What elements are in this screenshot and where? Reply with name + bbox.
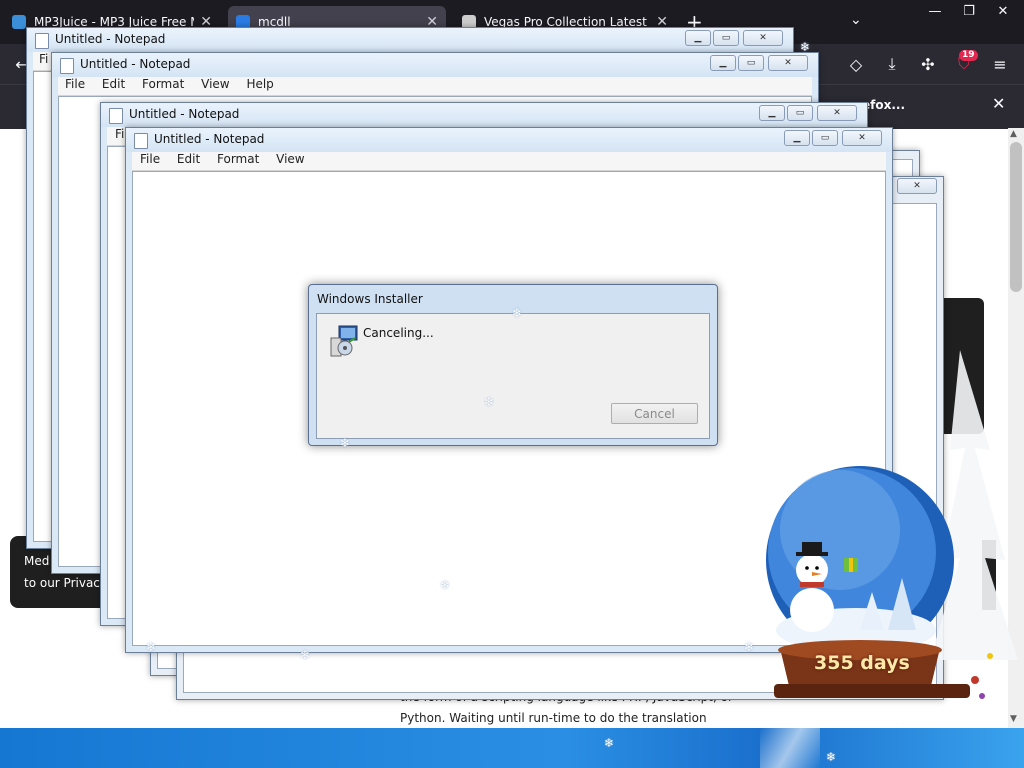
notepad-icon (134, 133, 148, 149)
notepad-icon (60, 58, 74, 74)
close-button[interactable]: ✕ (842, 130, 882, 146)
snowflake-icon: ❄ (146, 640, 157, 654)
hamburger-menu-icon[interactable]: ≡ (990, 54, 1010, 74)
menu-file[interactable]: File (65, 77, 85, 91)
menu-bar: File Edit Format View (132, 152, 886, 171)
taskbar-highlight (760, 728, 820, 768)
snowflake-icon: ❄ (744, 640, 755, 654)
article-text-line: Python. Waiting until run-time to do the… (400, 711, 707, 725)
menu-format[interactable]: Format (142, 77, 184, 91)
snowflake-icon: ❄ (800, 40, 811, 54)
menu-edit[interactable]: Edit (102, 77, 125, 91)
close-button[interactable]: ✕ (897, 178, 937, 194)
scroll-up-arrow-icon[interactable]: ▲ (1010, 129, 1017, 139)
notification-text: efox... (862, 98, 906, 112)
installer-icon (330, 325, 358, 357)
cookie-text-1: Med (24, 554, 50, 568)
christmas-tree-icon (930, 350, 1018, 660)
snowflake-icon: ❄ (484, 395, 495, 409)
downloads-icon[interactable]: ⤓ (882, 54, 902, 74)
title-bar[interactable]: Untitled - Notepad ▁ ▭ ✕ (126, 128, 892, 152)
dialog-title: Windows Installer (317, 292, 423, 306)
taskbar (0, 728, 1024, 768)
dialog-body: Canceling... Cancel (316, 313, 710, 439)
menu-file[interactable]: Fi (115, 127, 124, 141)
gift-icon (844, 558, 858, 572)
menu-edit[interactable]: Edit (177, 152, 200, 166)
close-button[interactable]: ✕ (986, 0, 1020, 22)
minimize-button[interactable]: ▁ (685, 30, 711, 46)
notepad-icon (35, 33, 49, 49)
window-title: Untitled - Notepad (154, 132, 265, 146)
ublock-count-badge: 19 (959, 50, 978, 61)
window-title: Untitled - Notepad (80, 57, 191, 71)
title-bar[interactable]: Untitled - Notepad ▁ ▭ ✕ (101, 103, 867, 127)
menu-file[interactable]: File (140, 152, 160, 166)
restore-button[interactable]: ▭ (812, 130, 838, 146)
days-counter-label: 355 days (814, 652, 910, 674)
window-title: Untitled - Notepad (55, 32, 166, 46)
download-favicon-icon (12, 15, 26, 29)
tab-list-chevron-icon[interactable]: ⌄ (850, 12, 862, 28)
snowflake-icon: ❄ (512, 306, 523, 320)
minimize-button[interactable]: — (918, 0, 952, 22)
scrollbar-thumb[interactable] (1010, 142, 1022, 292)
minimize-button[interactable]: ▁ (710, 55, 736, 71)
extensions-icon[interactable]: ✣ (918, 54, 938, 74)
close-button[interactable]: ✕ (768, 55, 808, 71)
snowflake-icon: ❄ (300, 648, 311, 662)
restore-button[interactable]: ▭ (738, 55, 764, 71)
menu-view[interactable]: View (201, 77, 229, 91)
minimize-button[interactable]: ▁ (759, 105, 785, 121)
notification-close-icon[interactable]: ✕ (992, 94, 1005, 113)
notepad-icon (109, 108, 123, 124)
menu-file[interactable]: Fi (39, 52, 48, 66)
restore-button[interactable]: ❐ (952, 0, 986, 22)
snowflake-icon: ❄ (340, 436, 351, 450)
restore-button[interactable]: ▭ (787, 105, 813, 121)
menu-view[interactable]: View (276, 152, 304, 166)
status-message: Canceling... (363, 326, 434, 340)
cookie-text-2[interactable]: to our Privacy (24, 576, 107, 590)
menu-format[interactable]: Format (217, 152, 259, 166)
snowflake-icon: ❄ (440, 578, 451, 592)
pocket-icon[interactable]: ◇ (846, 54, 866, 74)
title-bar[interactable]: Untitled - Notepad ▁ ▭ ✕ (52, 53, 818, 77)
window-title: Untitled - Notepad (129, 107, 240, 121)
menu-help[interactable]: Help (246, 77, 273, 91)
snowflake-icon: ❄ (826, 750, 837, 764)
minimize-button[interactable]: ▁ (784, 130, 810, 146)
title-bar[interactable]: Untitled - Notepad ▁ ▭ ✕ (27, 28, 793, 52)
menu-bar: File Edit Format View Help (58, 77, 812, 96)
cancel-button[interactable]: Cancel (611, 403, 698, 424)
close-button[interactable]: ✕ (817, 105, 857, 121)
close-button[interactable]: ✕ (743, 30, 783, 46)
restore-button[interactable]: ▭ (713, 30, 739, 46)
snowflake-icon: ❄ (604, 736, 615, 750)
